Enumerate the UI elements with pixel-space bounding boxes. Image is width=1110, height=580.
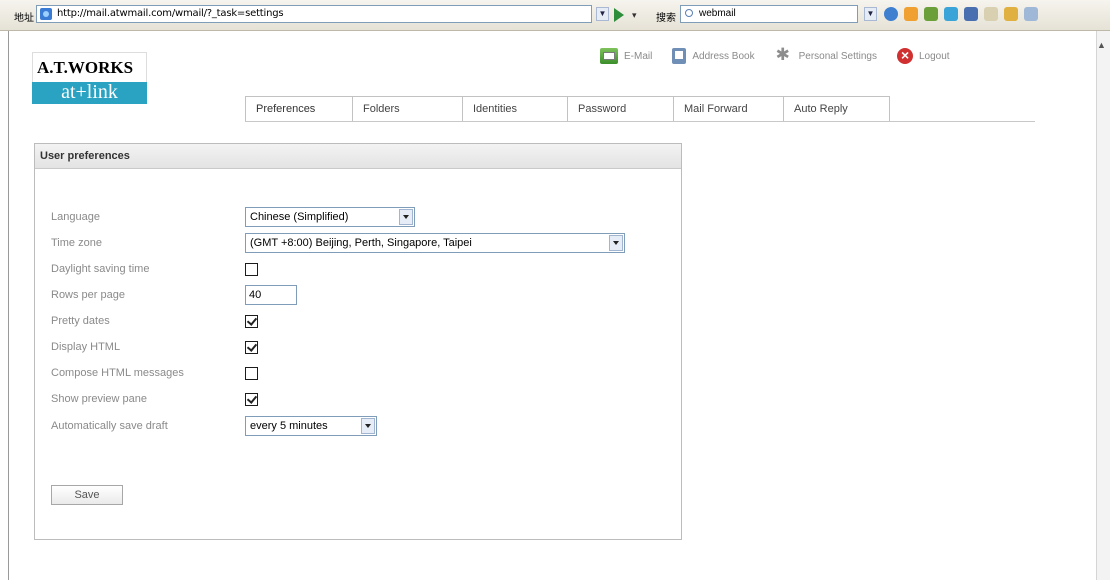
nav-personal-settings[interactable]: Personal Settings [775, 45, 877, 65]
logo: A.T.WORKS at+link [32, 52, 147, 104]
compose-html-checkbox[interactable] [245, 366, 258, 380]
search-icon [685, 9, 693, 17]
address-label: 地址 [14, 13, 34, 24]
go-arrow-icon[interactable] [614, 8, 624, 22]
panel-title: User preferences [35, 144, 681, 169]
dst-checkbox[interactable] [245, 262, 258, 276]
toolbar-icons [884, 7, 1038, 21]
top-navigation: E-Mail Address Book Personal Settings Lo… [600, 45, 970, 65]
tab-password[interactable]: Password [568, 96, 674, 121]
tabs-divider [245, 121, 1035, 122]
save-draft-row: Automatically save draft every 5 minutes [51, 415, 377, 437]
pretty-dates-checkbox[interactable] [245, 314, 258, 328]
language-select[interactable]: Chinese (Simplified) [245, 207, 415, 227]
timezone-row: Time zone (GMT +8:00) Beijing, Perth, Si… [51, 232, 625, 254]
address-book-icon [672, 48, 687, 64]
rows-per-page-label: Rows per page [51, 289, 125, 301]
timezone-select[interactable]: (GMT +8:00) Beijing, Perth, Singapore, T… [245, 233, 625, 253]
dst-row: Daylight saving time [51, 258, 258, 280]
gear-icon [775, 45, 793, 65]
nav-address-book[interactable]: Address Book [672, 48, 755, 64]
pretty-dates-label: Pretty dates [51, 315, 110, 327]
language-label: Language [51, 211, 100, 223]
tab-identities[interactable]: Identities [463, 96, 568, 121]
display-html-label: Display HTML [51, 341, 121, 353]
window-icon[interactable] [1024, 7, 1038, 21]
timezone-value: (GMT +8:00) Beijing, Perth, Singapore, T… [250, 237, 472, 249]
settings-tabs: Preferences Folders Identities Password … [245, 96, 890, 122]
search-value: webmail [699, 8, 736, 19]
pen-icon[interactable] [1004, 7, 1018, 21]
rows-per-page-input[interactable]: 40 [245, 285, 297, 305]
browser-icon[interactable] [884, 7, 898, 21]
save-draft-value: every 5 minutes [250, 420, 328, 432]
compose-html-row: Compose HTML messages [51, 362, 258, 384]
dst-label: Daylight saving time [51, 263, 150, 275]
paw-icon[interactable] [904, 7, 918, 21]
mail-icon [600, 48, 618, 64]
user-preferences-panel: User preferences Language Chinese (Simpl… [34, 143, 682, 540]
timezone-label: Time zone [51, 237, 102, 249]
tab-folders[interactable]: Folders [353, 96, 463, 121]
page-icon [40, 8, 52, 20]
save-draft-select[interactable]: every 5 minutes [245, 416, 377, 436]
browser-toolbar: 地址 http://mail.atwmail.com/wmail/?_task=… [0, 0, 1110, 31]
address-url: http://mail.atwmail.com/wmail/?_task=set… [57, 8, 284, 19]
nav-logout[interactable]: Logout [897, 47, 950, 64]
search-label: 搜索 [656, 13, 676, 24]
preview-pane-row: Show preview pane [51, 388, 258, 410]
save-draft-label: Automatically save draft [51, 420, 168, 432]
page-left-edge [8, 31, 9, 580]
go-dropdown-icon[interactable]: ▾ [632, 10, 637, 21]
scroll-up-icon[interactable]: ▲ [1097, 40, 1106, 50]
address-bar[interactable]: http://mail.atwmail.com/wmail/?_task=set… [36, 5, 592, 23]
tab-preferences[interactable]: Preferences [245, 96, 353, 121]
nav-personal-settings-label: Personal Settings [798, 50, 877, 62]
bookmark-icon[interactable] [924, 7, 938, 21]
tab-mail-forward[interactable]: Mail Forward [674, 96, 784, 121]
address-dropdown-icon[interactable]: ▼ [596, 7, 609, 21]
save-icon[interactable] [964, 7, 978, 21]
language-value: Chinese (Simplified) [250, 211, 349, 223]
nav-logout-label: Logout [919, 50, 950, 62]
language-row: Language Chinese (Simplified) [51, 206, 415, 228]
logo-company: A.T.WORKS [32, 52, 147, 82]
star-icon[interactable] [984, 7, 998, 21]
chevron-down-icon [361, 418, 375, 434]
search-dropdown-icon[interactable]: ▼ [864, 7, 877, 21]
vertical-scrollbar[interactable] [1096, 31, 1110, 580]
compose-html-label: Compose HTML messages [51, 367, 184, 379]
search-input[interactable]: webmail [680, 5, 858, 23]
display-html-checkbox[interactable] [245, 340, 258, 354]
logo-product: at+link [32, 82, 147, 104]
pretty-dates-row: Pretty dates [51, 310, 258, 332]
display-html-row: Display HTML [51, 336, 258, 358]
nav-address-book-label: Address Book [692, 50, 755, 62]
chevron-down-icon [609, 235, 623, 251]
translate-icon[interactable] [944, 7, 958, 21]
save-button[interactable]: Save [51, 485, 123, 505]
preview-pane-label: Show preview pane [51, 393, 148, 405]
logout-icon [897, 47, 913, 64]
preview-pane-checkbox[interactable] [245, 392, 258, 406]
rows-per-page-row: Rows per page 40 [51, 284, 297, 306]
nav-email-label: E-Mail [624, 50, 653, 62]
tab-auto-reply[interactable]: Auto Reply [784, 96, 890, 121]
chevron-down-icon [399, 209, 413, 225]
nav-email[interactable]: E-Mail [600, 48, 652, 64]
